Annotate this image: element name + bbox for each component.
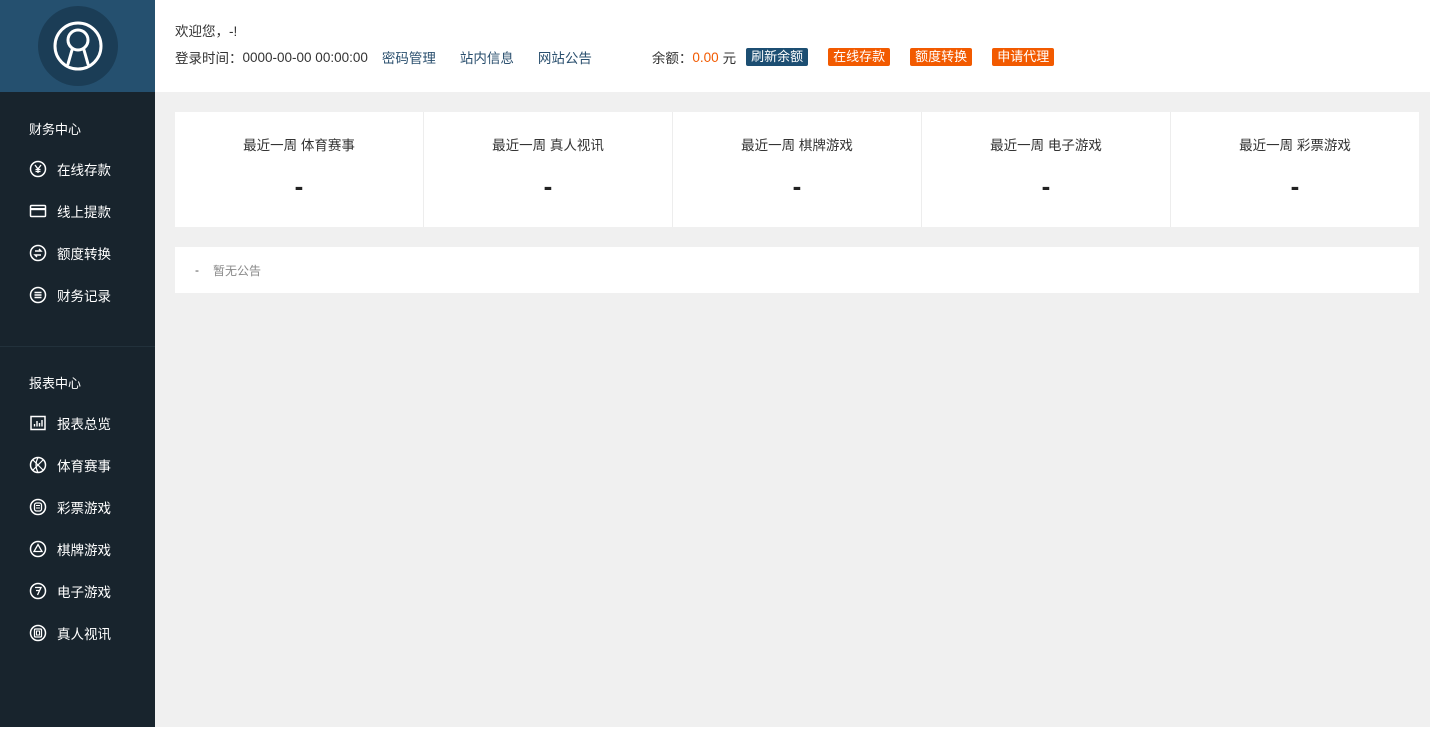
stat-chess-cards: 最近一周 棋牌游戏 - xyxy=(673,112,922,227)
welcome-text: 欢迎您，-! xyxy=(175,24,238,39)
balance-unit: 元 xyxy=(722,51,737,66)
apply-agent-button[interactable]: 申请代理 xyxy=(992,48,1055,66)
stat-value: - xyxy=(1041,171,1051,201)
weekly-stats-panel: 最近一周 体育赛事 - 最近一周 真人视讯 - 最近一周 棋牌游戏 - 最近一周… xyxy=(175,112,1419,227)
stat-value: - xyxy=(294,171,304,201)
stat-value: - xyxy=(792,171,802,201)
online-deposit-button[interactable]: 在线存款 xyxy=(828,48,891,66)
header-info-line: 登录时间： 0000-00-00 00:00:00 密码管理 站内信息 网站公告… xyxy=(175,47,1055,67)
stat-title: 最近一周 彩票游戏 xyxy=(1239,138,1351,153)
balance-label: 余额： xyxy=(651,51,693,66)
sidebar: 财务中心 在线存款 线上提款 额度转换 财务记录 报表中心 报表总览 体育赛事 … xyxy=(0,0,155,727)
login-time-value: 0000-00-00 00:00:00 xyxy=(242,49,368,65)
sidebar-item-label: 财务记录 xyxy=(57,289,111,304)
stat-value: - xyxy=(1290,171,1300,201)
header: 欢迎您，-! 登录时间： 0000-00-00 00:00:00 密码管理 站内… xyxy=(155,0,1430,92)
refresh-balance-button[interactable]: 刷新余额 xyxy=(746,48,809,66)
site-announcement-link[interactable]: 网站公告 xyxy=(538,47,592,67)
sidebar-item-quota-transfer[interactable]: 额度转换 xyxy=(0,232,155,274)
sidebar-item-label: 体育赛事 xyxy=(57,459,111,474)
stat-sports: 最近一周 体育赛事 - xyxy=(175,112,424,227)
chart-icon xyxy=(29,414,47,432)
announcement-text: 暂无公告 xyxy=(213,263,262,278)
sidebar-item-sports[interactable]: 体育赛事 xyxy=(0,444,155,486)
announcement-bar: - 暂无公告 xyxy=(175,247,1419,293)
quota-transfer-button[interactable]: 额度转换 xyxy=(910,48,973,66)
sidebar-item-label: 电子游戏 xyxy=(57,585,111,600)
ball-icon xyxy=(29,456,47,474)
logo-area xyxy=(0,0,155,92)
sidebar-item-lottery[interactable]: 彩票游戏 xyxy=(0,486,155,528)
password-manage-link[interactable]: 密码管理 xyxy=(382,47,436,67)
stat-title: 最近一周 棋牌游戏 xyxy=(741,138,853,153)
stat-value: - xyxy=(543,171,553,201)
stat-title: 最近一周 体育赛事 xyxy=(243,138,355,153)
exchange-icon xyxy=(29,244,47,262)
sidebar-item-label: 棋牌游戏 xyxy=(57,543,111,558)
sidebar-item-label: 报表总览 xyxy=(57,417,111,432)
finance-center-title: 财务中心 xyxy=(29,122,82,137)
list-icon xyxy=(29,286,47,304)
sidebar-item-finance-records[interactable]: 财务记录 xyxy=(0,274,155,316)
stat-live-video: 最近一周 真人视讯 - xyxy=(424,112,673,227)
sidebar-item-chess-cards[interactable]: 棋牌游戏 xyxy=(0,528,155,570)
sidebar-item-online-withdraw[interactable]: 线上提款 xyxy=(0,190,155,232)
login-time-label: 登录时间： xyxy=(175,51,243,66)
stat-title: 最近一周 真人视讯 xyxy=(492,138,604,153)
sidebar-item-report-overview[interactable]: 报表总览 xyxy=(0,402,155,444)
card-icon xyxy=(29,202,47,220)
stat-electronic-games: 最近一周 电子游戏 - xyxy=(922,112,1171,227)
sidebar-item-label: 额度转换 xyxy=(57,247,111,262)
sidebar-item-label: 线上提款 xyxy=(57,205,111,220)
live-icon xyxy=(29,624,47,642)
sidebar-item-label: 在线存款 xyxy=(57,163,111,178)
balance-value: 0.00 xyxy=(692,49,719,65)
poker-icon xyxy=(29,540,47,558)
yen-icon xyxy=(29,160,47,178)
lottery-icon xyxy=(29,498,47,516)
sidebar-item-online-deposit[interactable]: 在线存款 xyxy=(0,148,155,190)
announcement-bullet: - xyxy=(195,263,199,277)
stat-title: 最近一周 电子游戏 xyxy=(990,138,1102,153)
sidebar-item-label: 真人视讯 xyxy=(57,627,111,642)
stat-lottery: 最近一周 彩票游戏 - xyxy=(1171,112,1419,227)
sidebar-item-live-video[interactable]: 真人视讯 xyxy=(0,612,155,654)
slot-icon xyxy=(29,582,47,600)
user-avatar-icon[interactable] xyxy=(37,6,118,86)
sidebar-item-label: 彩票游戏 xyxy=(57,501,111,516)
sidebar-item-electronic-games[interactable]: 电子游戏 xyxy=(0,570,155,612)
site-messages-link[interactable]: 站内信息 xyxy=(460,47,514,67)
report-center-title: 报表中心 xyxy=(29,376,82,391)
